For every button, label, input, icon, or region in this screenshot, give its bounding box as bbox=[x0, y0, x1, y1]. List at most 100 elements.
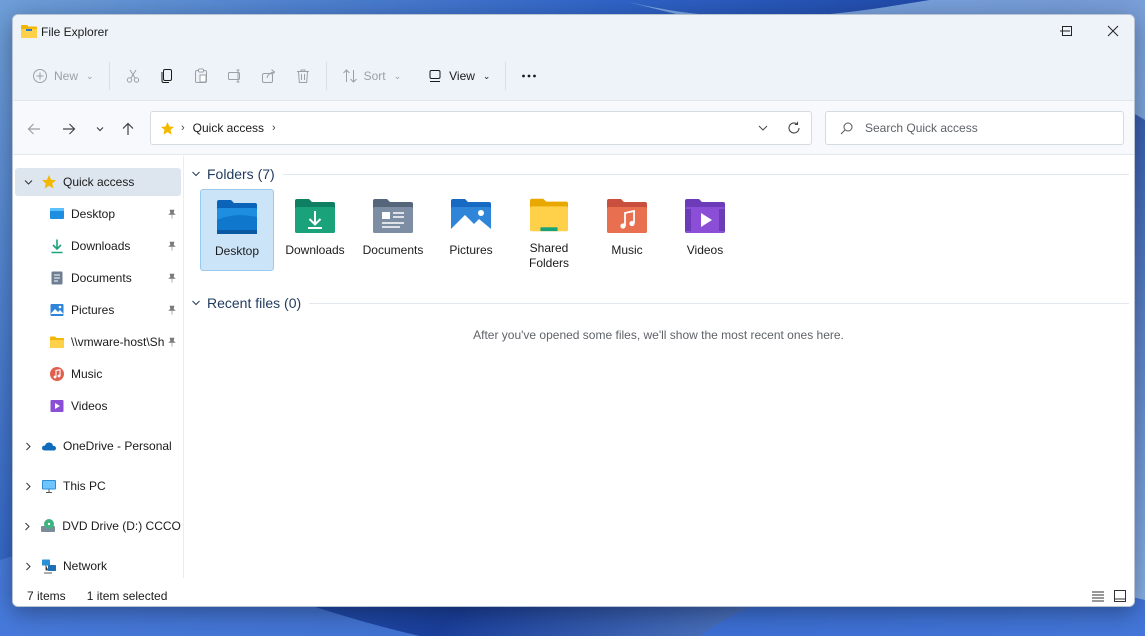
sidebar-item-documents[interactable]: Documents bbox=[15, 264, 181, 292]
arrow-right-icon bbox=[63, 123, 76, 135]
folder-tile-downloads[interactable]: Downloads bbox=[278, 189, 352, 271]
folder-tile-music[interactable]: Music bbox=[590, 189, 664, 271]
paste-button[interactable] bbox=[184, 61, 218, 91]
share-button[interactable] bbox=[252, 61, 286, 91]
title-bar: File Explorer New ⌄ Sort ⌄ View ⌄ bbox=[13, 15, 1134, 101]
sidebar-item-music[interactable]: Music bbox=[15, 360, 181, 388]
tiles-view-icon[interactable] bbox=[1113, 589, 1127, 603]
folder-tile-pictures[interactable]: Pictures bbox=[434, 189, 508, 271]
rename-icon bbox=[227, 69, 240, 83]
sidebar-item-label: Downloads bbox=[71, 239, 131, 253]
new-label: New bbox=[54, 69, 79, 83]
sidebar-item-desktop[interactable]: Desktop bbox=[15, 200, 181, 228]
pin-icon[interactable] bbox=[167, 241, 177, 251]
search-input[interactable] bbox=[865, 121, 1105, 135]
content-pane: Folders (7) Desktop Downloads Documents … bbox=[185, 156, 1134, 578]
sidebar-item-videos[interactable]: Videos bbox=[15, 392, 181, 420]
new-button[interactable]: New ⌄ bbox=[23, 61, 103, 91]
delete-button[interactable] bbox=[286, 61, 320, 91]
copy-icon bbox=[161, 69, 172, 83]
desktop-icon bbox=[49, 206, 65, 222]
selection-count: 1 item selected bbox=[86, 589, 168, 603]
arrow-up-icon bbox=[122, 122, 134, 135]
maximize-button[interactable] bbox=[1044, 15, 1090, 47]
sort-button[interactable]: Sort ⌄ bbox=[333, 61, 411, 91]
close-button[interactable] bbox=[1090, 15, 1134, 47]
expand-chevron-icon[interactable] bbox=[21, 482, 35, 491]
navigation-pane: Quick access Desktop Downloads Documents… bbox=[13, 156, 184, 578]
paste-icon bbox=[194, 68, 207, 83]
sidebar-item-quick-access[interactable]: Quick access bbox=[15, 168, 181, 196]
expand-chevron-icon[interactable] bbox=[21, 178, 35, 187]
cloud-icon bbox=[41, 438, 57, 454]
folder-tile-desktop[interactable]: Desktop bbox=[200, 189, 274, 271]
toolbar-divider bbox=[325, 62, 327, 90]
cut-icon bbox=[126, 69, 139, 83]
documents-folder-icon bbox=[373, 199, 413, 233]
details-view-icon[interactable] bbox=[1091, 589, 1105, 603]
folder-tile-documents[interactable]: Documents bbox=[356, 189, 430, 271]
toolbar-divider bbox=[505, 62, 507, 90]
close-icon bbox=[1107, 25, 1119, 37]
sidebar-item-this-pc[interactable]: This PC bbox=[15, 472, 181, 500]
command-bar: New ⌄ Sort ⌄ View ⌄ bbox=[23, 61, 546, 91]
recent-locations-button[interactable] bbox=[89, 119, 111, 139]
recent-files-group-title: Recent files (0) bbox=[207, 295, 302, 311]
folder-label: Shared Folders bbox=[528, 241, 569, 270]
refresh-icon[interactable] bbox=[787, 121, 801, 135]
sidebar-item-label: Music bbox=[71, 367, 103, 381]
picture-icon bbox=[49, 302, 65, 318]
desktop-folder-icon bbox=[217, 200, 257, 234]
pin-icon[interactable] bbox=[167, 209, 177, 219]
music-icon bbox=[49, 366, 65, 382]
view-button[interactable]: View ⌄ bbox=[418, 61, 499, 91]
sidebar-item-onedrive[interactable]: OneDrive - Personal bbox=[15, 432, 181, 460]
recent-files-group-header[interactable]: Recent files (0) bbox=[191, 293, 1129, 313]
pin-icon[interactable] bbox=[167, 273, 177, 283]
folder-tile-videos[interactable]: Videos bbox=[668, 189, 742, 271]
file-explorer-window: File Explorer New ⌄ Sort ⌄ View ⌄ › Quic… bbox=[12, 14, 1135, 607]
group-divider bbox=[282, 173, 1129, 175]
sidebar-item-downloads[interactable]: Downloads bbox=[15, 232, 181, 260]
sidebar-item-label: Videos bbox=[71, 399, 108, 413]
folders-group-header[interactable]: Folders (7) bbox=[191, 164, 1129, 184]
more-options-button[interactable] bbox=[512, 61, 546, 91]
address-bar[interactable]: › Quick access › bbox=[150, 111, 812, 145]
search-box[interactable] bbox=[825, 111, 1124, 145]
search-icon bbox=[840, 122, 853, 134]
delete-icon bbox=[296, 69, 309, 83]
chevron-down-icon: ⌄ bbox=[86, 70, 94, 81]
expand-chevron-icon[interactable] bbox=[21, 562, 35, 571]
chevron-down-icon: ⌄ bbox=[393, 70, 402, 81]
breadcrumb-chevron-icon[interactable]: › bbox=[272, 122, 276, 134]
sidebar-item-network[interactable]: Network bbox=[15, 552, 181, 578]
sidebar-item-dvd-drive[interactable]: DVD Drive (D:) CCCOMA bbox=[15, 512, 181, 540]
sort-label: Sort bbox=[363, 69, 386, 83]
forward-button[interactable] bbox=[58, 119, 80, 139]
breadcrumb-quick-access[interactable]: Quick access bbox=[193, 121, 264, 135]
folder-label: Pictures bbox=[449, 243, 493, 257]
sidebar-item-vmware-share[interactable]: \\vmware-host\Sh bbox=[15, 328, 181, 356]
folder-label: Downloads bbox=[285, 243, 345, 257]
back-button[interactable] bbox=[23, 119, 45, 139]
monitor-icon bbox=[41, 478, 57, 494]
up-button[interactable] bbox=[117, 119, 139, 139]
expand-chevron-icon[interactable] bbox=[21, 442, 35, 451]
navigation-bar: › Quick access › bbox=[13, 101, 1134, 155]
expand-chevron-icon[interactable] bbox=[21, 522, 34, 531]
folder-tile-shared-folders[interactable]: Shared Folders bbox=[512, 189, 586, 271]
pin-icon[interactable] bbox=[167, 305, 177, 315]
rename-button[interactable] bbox=[218, 61, 252, 91]
copy-button[interactable] bbox=[150, 61, 184, 91]
folder-icon bbox=[21, 25, 37, 38]
cut-button[interactable] bbox=[116, 61, 150, 91]
pin-icon[interactable] bbox=[167, 337, 177, 347]
chevron-down-icon[interactable] bbox=[757, 122, 769, 134]
chevron-down-icon bbox=[96, 127, 104, 132]
sidebar-item-pictures[interactable]: Pictures bbox=[15, 296, 181, 324]
star-icon bbox=[41, 174, 57, 190]
network-icon bbox=[41, 558, 57, 574]
chevron-down-icon bbox=[192, 300, 200, 306]
more-icon bbox=[522, 74, 537, 78]
view-icon bbox=[429, 70, 441, 82]
